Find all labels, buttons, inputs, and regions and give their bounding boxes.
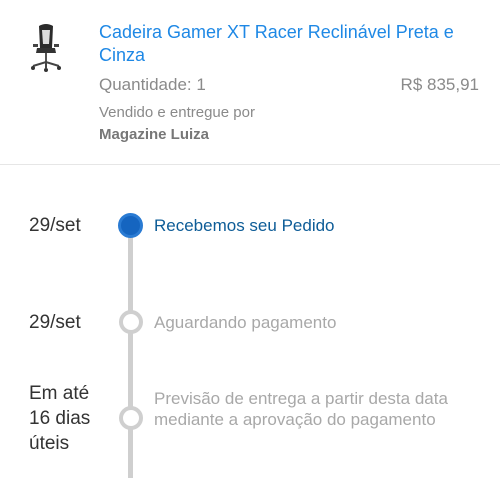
- timeline-step-label: Aguardando pagamento: [154, 313, 337, 332]
- sold-by-label: Vendido e entregue por: [99, 104, 255, 121]
- product-price: R$ 835,91: [400, 75, 479, 94]
- timeline-dot-active: [118, 213, 143, 238]
- timeline-dot-pending: [119, 406, 143, 430]
- gamer-chair-icon: [31, 24, 61, 72]
- seller-name: Magazine Luiza: [99, 126, 210, 143]
- timeline-step-date: Em até 16 dias úteis: [29, 383, 91, 454]
- product-card[interactable]: Cadeira Gamer XT Racer Reclinável Preta …: [0, 0, 500, 164]
- timeline-dot-pending: [119, 310, 143, 334]
- timeline-step-date: 29/set: [29, 312, 81, 333]
- timeline-step-label: Recebemos seu Pedido: [154, 216, 335, 235]
- order-status-timeline: 29/set Recebemos seu Pedido 29/set Aguar…: [0, 165, 500, 478]
- timeline-step-date: 29/set: [29, 215, 81, 236]
- timeline-track: [128, 225, 133, 478]
- timeline-step-label: Previsão de entrega a partir desta data …: [154, 389, 448, 429]
- product-title[interactable]: Cadeira Gamer XT Racer Reclinável Preta …: [99, 21, 479, 67]
- product-quantity: Quantidade: 1: [99, 75, 206, 94]
